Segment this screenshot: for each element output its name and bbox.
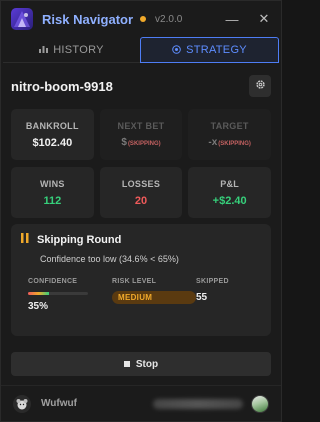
connection-status-dot <box>140 16 147 22</box>
gear-icon <box>255 79 266 93</box>
session-name: nitro-boom-9918 <box>11 78 113 94</box>
minimize-button[interactable]: — <box>225 12 239 27</box>
stop-button[interactable]: Stop <box>11 352 271 376</box>
wins-label: WINS <box>39 178 65 189</box>
losses-card: LOSSES 20 <box>99 167 183 218</box>
stats-row-bottom: WINS 112 LOSSES 20 P&L +$2.40 <box>1 167 281 218</box>
next-bet-card: NEXT BET $(SKIPPING) <box>99 109 183 160</box>
target-label: TARGET <box>210 121 249 131</box>
wins-card: WINS 112 <box>11 167 94 218</box>
pnl-card: P&L +$2.40 <box>188 167 271 218</box>
target-skipping-tag: (SKIPPING) <box>218 141 251 147</box>
losses-label: LOSSES <box>121 178 161 189</box>
next-bet-label: NEXT BET <box>117 121 165 131</box>
app-logo-icon <box>11 8 33 30</box>
stop-button-label: Stop <box>135 358 159 370</box>
pnl-label: P&L <box>220 178 240 189</box>
confidence-metric: CONFIDENCE 35% <box>28 278 112 312</box>
confidence-label: CONFIDENCE <box>28 278 78 285</box>
settings-button[interactable] <box>249 75 271 97</box>
target-value: -x <box>208 137 218 148</box>
session-header: nitro-boom-9918 <box>1 67 281 105</box>
wins-value: 112 <box>43 194 62 207</box>
next-bet-value: $ <box>121 137 127 148</box>
risk-level-badge: MEDIUM <box>112 291 196 304</box>
footer: Wufwuf <box>1 385 281 421</box>
skipped-label: SKIPPED <box>196 278 229 285</box>
bankroll-value: $102.40 <box>32 136 73 149</box>
confidence-bar-fill <box>28 292 49 295</box>
close-button[interactable]: ✕ <box>257 11 271 27</box>
tab-history[interactable]: HISTORY <box>3 37 140 63</box>
title-bar: Risk Navigator v2.0.0 — ✕ <box>1 1 281 37</box>
round-status-panel: Skipping Round Confidence too low (34.6%… <box>11 224 271 336</box>
dog-avatar-icon <box>16 398 28 409</box>
bankroll-card: BANKROLL $102.40 <box>11 109 94 160</box>
user-avatar <box>13 394 31 413</box>
status-header: Skipping Round <box>21 233 261 246</box>
losses-value: 20 <box>134 194 148 207</box>
status-title: Skipping Round <box>37 233 122 246</box>
tab-strategy-label: STRATEGY <box>186 44 247 56</box>
skipped-value: 55 <box>196 292 208 303</box>
next-bet-value-wrap: $(SKIPPING) <box>121 137 160 148</box>
blurred-account-info <box>153 398 243 409</box>
stop-icon <box>123 361 130 367</box>
window-controls: — ✕ <box>225 11 271 27</box>
app-title: Risk Navigator <box>42 11 134 27</box>
target-value-wrap: -x(SKIPPING) <box>208 137 251 148</box>
confidence-bar <box>28 292 88 295</box>
target-icon <box>172 44 181 56</box>
tab-bar: HISTORY STRATEGY <box>1 37 281 63</box>
bankroll-label: BANKROLL <box>25 120 79 131</box>
tab-strategy[interactable]: STRATEGY <box>140 37 279 63</box>
status-subtitle: Confidence too low (34.6% < 65%) <box>40 254 179 264</box>
stats-row-top: BANKROLL $102.40 NEXT BET $(SKIPPING) TA… <box>1 109 281 160</box>
pause-icon <box>21 233 29 246</box>
skipped-metric: SKIPPED 55 <box>196 278 229 312</box>
risk-metric: RISK LEVEL MEDIUM <box>112 278 196 312</box>
risk-label: RISK LEVEL <box>112 278 157 285</box>
profile-picture[interactable] <box>251 394 269 413</box>
confidence-value: 35% <box>28 301 49 312</box>
app-window: Risk Navigator v2.0.0 — ✕ HISTORY STRATE… <box>0 0 282 422</box>
username: Wufwuf <box>41 398 77 409</box>
pnl-value: +$2.40 <box>212 194 247 207</box>
target-card: TARGET -x(SKIPPING) <box>188 109 271 160</box>
app-version: v2.0.0 <box>155 13 183 25</box>
bar-chart-icon <box>39 45 49 55</box>
status-metrics: CONFIDENCE 35% RISK LEVEL MEDIUM SKIPPED… <box>21 278 261 312</box>
next-bet-skipping-tag: (SKIPPING) <box>127 141 161 147</box>
tab-history-label: HISTORY <box>53 43 104 56</box>
